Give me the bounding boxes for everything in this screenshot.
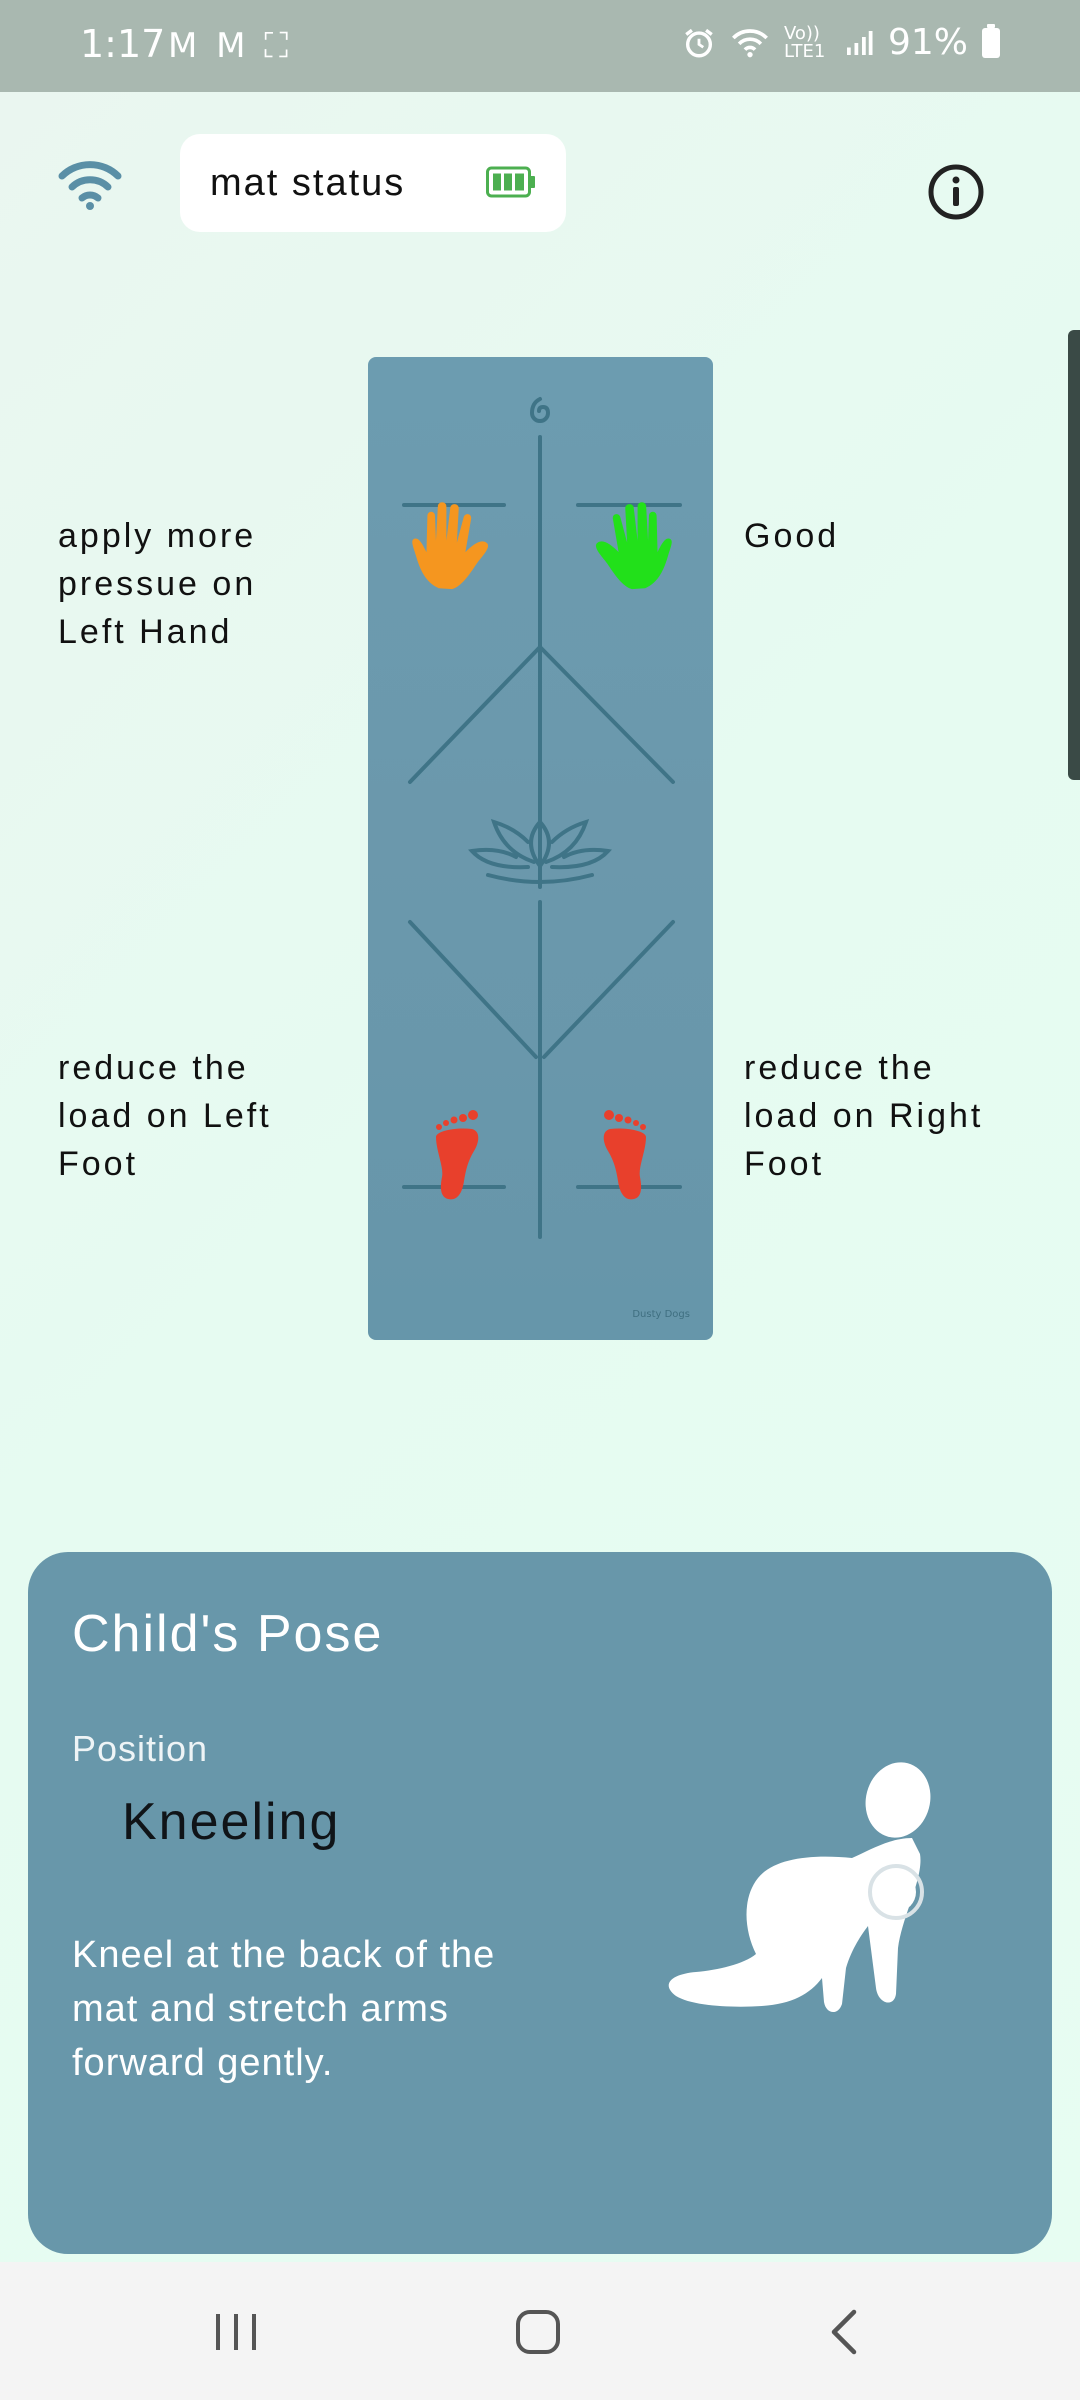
status-time: 1:17 xyxy=(80,22,166,66)
info-icon[interactable] xyxy=(926,162,986,222)
mat-brand: Dusty Dogs xyxy=(632,1309,690,1320)
status-right: Vo)) LTE1 91% xyxy=(682,22,1000,63)
wifi-icon[interactable] xyxy=(56,156,124,212)
pose-description: Kneel at the back of the mat and stretch… xyxy=(72,1934,496,2084)
recent-apps-icon[interactable] xyxy=(206,2302,266,2362)
right-hand-icon xyxy=(595,502,672,590)
home-icon[interactable] xyxy=(508,2302,568,2362)
right-foot-icon xyxy=(603,1110,646,1200)
left-foot-icon xyxy=(436,1110,479,1200)
left-hand-icon xyxy=(412,502,489,590)
right-hand-feedback: Good xyxy=(744,517,840,555)
right-foot-feedback: reduce the load on Right Foot xyxy=(744,1049,984,1183)
left-hand-feedback: apply more pressue on Left Hand xyxy=(58,517,257,651)
mat-status-chip[interactable]: mat status xyxy=(180,134,566,232)
pose-card: Child's Pose Position Kneeling Kneel at … xyxy=(28,1552,1052,2254)
battery-icon xyxy=(486,166,535,198)
childs-pose-figure-icon xyxy=(668,1762,931,2013)
battery-status-icon xyxy=(982,23,1000,58)
signal-icon xyxy=(846,30,873,55)
mat-status-label: mat status xyxy=(210,161,406,204)
position-value: Kneeling xyxy=(122,1793,341,1851)
pose-title: Child's Pose xyxy=(72,1605,384,1663)
notification-icons: M M ⛶ xyxy=(168,26,293,66)
edge-panel-handle[interactable] xyxy=(1068,330,1080,780)
yoga-mat: Dusty Dogs xyxy=(368,357,713,1340)
status-bar: 1:17 M M ⛶ Vo)) LTE1 91% xyxy=(0,0,1080,92)
position-label: Position xyxy=(72,1728,209,1769)
alarm-icon xyxy=(685,28,713,57)
left-foot-feedback: reduce the load on Left Foot xyxy=(58,1049,272,1183)
battery-percent: 91% xyxy=(887,22,968,63)
back-icon[interactable] xyxy=(816,2302,876,2362)
system-nav-bar xyxy=(0,2262,1080,2400)
wifi-status-icon xyxy=(732,28,768,57)
volte-label: Vo)) LTE1 xyxy=(783,22,826,62)
